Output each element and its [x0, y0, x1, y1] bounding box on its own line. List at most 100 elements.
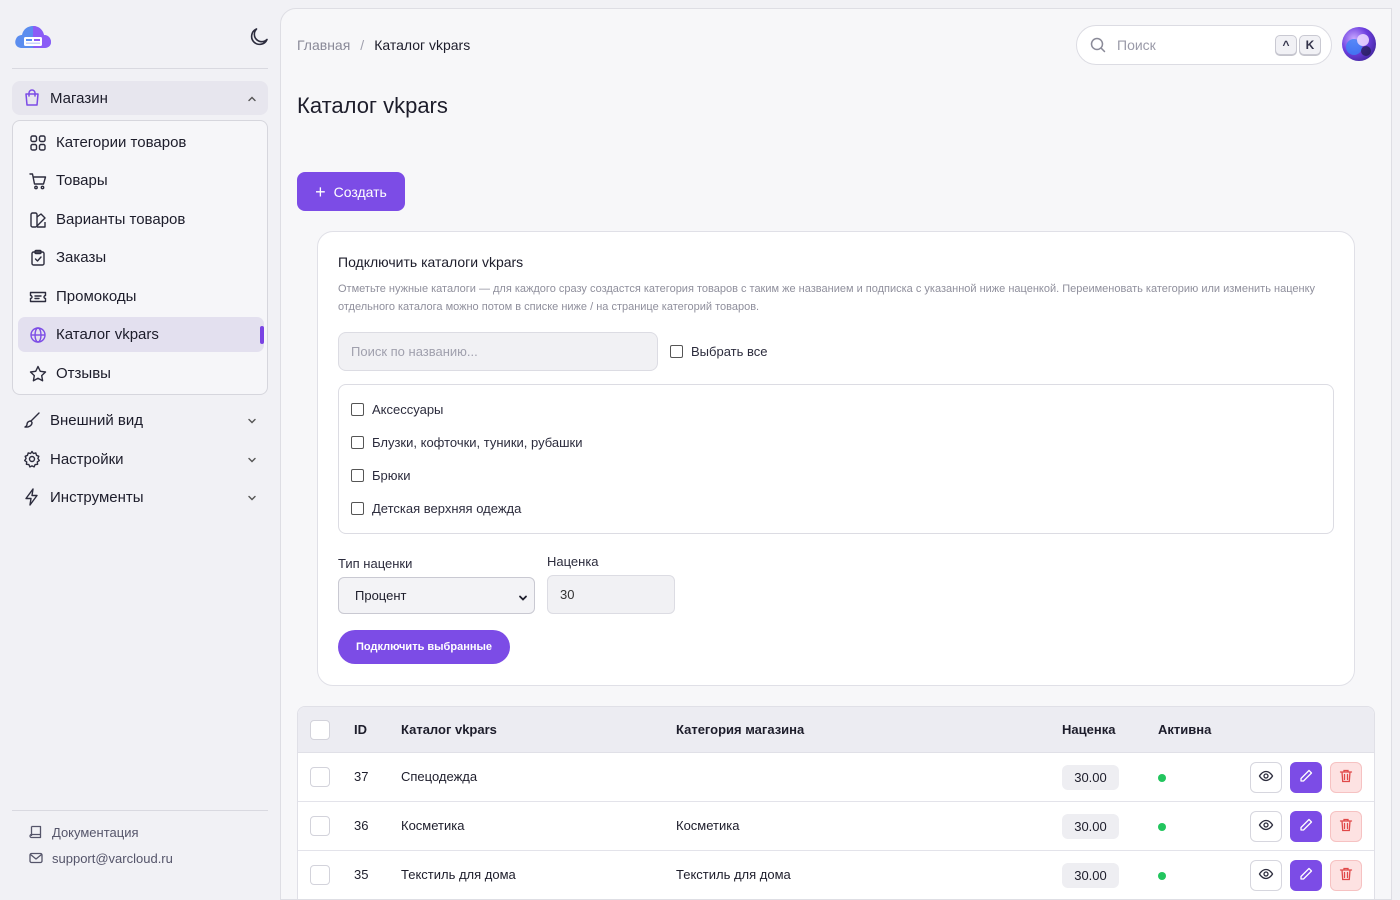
global-search[interactable]: ^ K [1076, 25, 1332, 65]
row-checkbox[interactable] [310, 767, 330, 787]
catalog-search-input[interactable] [338, 332, 658, 371]
select-all-checkbox[interactable]: Выбрать все [670, 344, 767, 359]
view-button[interactable] [1250, 762, 1282, 793]
column-header-category[interactable]: Категория магазина [676, 722, 804, 737]
row-checkbox[interactable] [310, 816, 330, 836]
checkbox[interactable] [351, 502, 364, 515]
row-catalog: Спецодежда [401, 769, 478, 784]
nav-group-label: Внешний вид [50, 411, 143, 429]
clipboard-icon [28, 248, 48, 268]
sidebar-item-products[interactable]: Товары [18, 163, 264, 198]
active-status-dot [1158, 823, 1166, 831]
app-logo[interactable] [13, 22, 53, 52]
edit-button[interactable] [1290, 811, 1322, 842]
edit-button[interactable] [1290, 762, 1322, 793]
pencil-icon [1298, 817, 1314, 836]
delete-button[interactable] [1330, 811, 1362, 842]
eye-icon [1258, 817, 1274, 836]
column-header-id[interactable]: ID [354, 722, 367, 737]
view-button[interactable] [1250, 860, 1282, 891]
column-header-markup[interactable]: Наценка [1062, 722, 1115, 737]
dark-mode-toggle[interactable] [247, 25, 271, 49]
sidebar-item-vkpars-catalog[interactable]: Каталог vkpars [18, 317, 264, 352]
documentation-link[interactable]: Документация [28, 822, 139, 842]
sidebar-item-promocodes[interactable]: Промокоды [18, 279, 264, 314]
catalog-option[interactable]: Блузки, кофточки, туники, рубашки [351, 435, 582, 450]
row-id: 37 [354, 769, 369, 784]
row-category: Текстиль для дома [676, 867, 791, 882]
delete-button[interactable] [1330, 860, 1362, 891]
user-avatar[interactable] [1342, 27, 1376, 61]
sidebar-item-label: Категории товаров [56, 134, 187, 151]
breadcrumb-separator: / [360, 37, 365, 53]
checkbox[interactable] [670, 345, 683, 358]
sidebar-item-product-categories[interactable]: Категории товаров [18, 125, 264, 160]
markup-input[interactable] [547, 575, 675, 614]
shortcut-key-ctrl: ^ [1275, 35, 1297, 55]
row-checkbox[interactable] [310, 865, 330, 885]
view-button[interactable] [1250, 811, 1282, 842]
catalog-list: Аксессуары Блузки, кофточки, туники, руб… [338, 384, 1334, 534]
sidebar-item-label: Отзывы [56, 365, 111, 382]
breadcrumb-current: Каталог vkpars [374, 37, 471, 53]
catalog-option[interactable]: Аксессуары [351, 402, 443, 417]
table-row: 37 Спецодежда 30.00 [298, 753, 1374, 802]
mail-icon [28, 850, 44, 866]
eye-icon [1258, 768, 1274, 787]
markup-type-select[interactable]: Процент [338, 577, 535, 614]
active-status-dot [1158, 872, 1166, 880]
breadcrumb-home-link[interactable]: Главная [297, 37, 350, 53]
grid-icon [28, 133, 48, 153]
row-markup: 30.00 [1062, 765, 1119, 790]
global-search-input[interactable] [1117, 37, 1267, 53]
row-catalog: Текстиль для дома [401, 867, 516, 882]
pencil-icon [1298, 768, 1314, 787]
catalog-option[interactable]: Брюки [351, 468, 410, 483]
select-all-label: Выбрать все [691, 344, 768, 359]
sidebar-item-label: Варианты товаров [56, 211, 186, 228]
sidebar-item-label: Товары [56, 172, 108, 189]
swatches-icon [28, 210, 48, 230]
documentation-label: Документация [52, 824, 139, 840]
edit-button[interactable] [1290, 860, 1322, 891]
catalog-option-label: Блузки, кофточки, туники, рубашки [372, 435, 583, 450]
column-header-catalog[interactable]: Каталог vkpars [401, 722, 497, 737]
select-all-rows-checkbox[interactable] [310, 720, 330, 740]
create-button-label: Создать [333, 183, 387, 200]
catalog-option[interactable]: Детская верхняя одежда [351, 501, 521, 516]
trash-icon [1338, 768, 1354, 787]
star-icon [28, 364, 48, 384]
connect-selected-button[interactable]: Подключить выбранные [338, 630, 510, 664]
checkbox[interactable] [351, 436, 364, 449]
checkbox[interactable] [351, 469, 364, 482]
nav-group-appearance[interactable]: Внешний вид [12, 403, 268, 437]
create-button[interactable]: + Создать [297, 172, 405, 211]
nav-group-tools[interactable]: Инструменты [12, 480, 268, 514]
ticket-icon [28, 287, 48, 307]
chevron-up-icon [246, 92, 258, 104]
chevron-down-icon [246, 491, 258, 503]
search-icon [1089, 36, 1107, 54]
checkbox[interactable] [351, 403, 364, 416]
lightning-icon [22, 487, 42, 507]
sidebar-item-orders[interactable]: Заказы [18, 240, 264, 275]
delete-button[interactable] [1330, 762, 1362, 793]
connect-catalogs-card: Подключить каталоги vkpars Отметьте нужн… [317, 231, 1355, 686]
nav-group-shop[interactable]: Магазин [12, 81, 268, 115]
active-status-dot [1158, 774, 1166, 782]
sidebar-item-product-variants[interactable]: Варианты товаров [18, 202, 264, 237]
plus-icon: + [315, 181, 326, 202]
table-header: ID Каталог vkpars Категория магазина Нац… [298, 707, 1374, 753]
chevron-down-icon [518, 591, 528, 601]
nav-group-label: Магазин [50, 89, 108, 107]
support-email-link[interactable]: support@varcloud.ru [28, 848, 173, 868]
main-content: Главная / Каталог vkpars ^ K Каталог vkp… [280, 8, 1392, 900]
nav-group-label: Настройки [50, 450, 124, 468]
sidebar-item-reviews[interactable]: Отзывы [18, 356, 264, 391]
catalog-option-label: Аксессуары [372, 402, 444, 417]
row-id: 36 [354, 818, 369, 833]
shop-submenu: Категории товаров Товары Варианты товаро… [12, 120, 268, 395]
nav-group-settings[interactable]: Настройки [12, 442, 268, 476]
column-header-active[interactable]: Активна [1158, 722, 1211, 737]
connect-card-description: Отметьте нужные каталоги — для каждого с… [338, 283, 1316, 313]
